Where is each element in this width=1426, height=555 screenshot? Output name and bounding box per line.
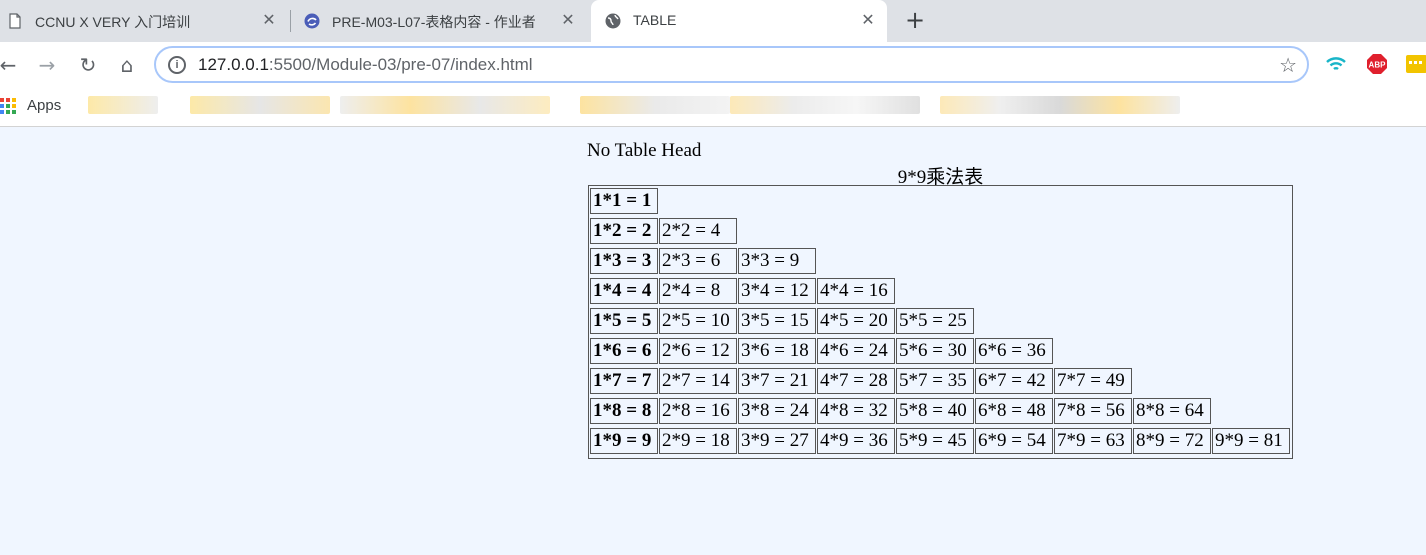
row-header-cell: 1*3 = 3: [590, 248, 658, 274]
apps-grid-icon[interactable]: [0, 98, 17, 115]
svg-text:ABP: ABP: [1369, 61, 1387, 70]
multiplication-table: 1*1 = 1 1*2 = 2 2*2 = 4 1*3 = 3 2*3 = 6 3*3 =…: [588, 185, 1293, 459]
table-cell: 7*9 = 63: [1054, 428, 1132, 454]
apps-bookmark[interactable]: Apps: [27, 97, 61, 114]
address-bar[interactable]: i 127.0.0.1:5500/Module-03/pre-07/index.…: [154, 46, 1309, 83]
row-header-cell: 1*8 = 8: [590, 398, 658, 424]
redacted-bookmark[interactable]: [730, 96, 920, 114]
globe-icon: [605, 13, 621, 29]
table-cell: 3*7 = 21: [738, 368, 816, 394]
table-cell: 4*8 = 32: [817, 398, 895, 424]
home-button[interactable]: ⌂: [115, 53, 139, 77]
close-icon[interactable]: ✕: [259, 10, 279, 30]
table-cell: 8*8 = 64: [1133, 398, 1211, 424]
tab-title: TABLE: [633, 12, 677, 28]
table-cell: 5*5 = 25: [896, 308, 974, 334]
browser-toolbar: ← → ↻ ⌂ i 127.0.0.1:5500/Module-03/pre-0…: [0, 42, 1426, 88]
table-cell: 3*4 = 12: [738, 278, 816, 304]
redacted-bookmark[interactable]: [580, 96, 730, 114]
redacted-bookmark[interactable]: [340, 96, 550, 114]
url-host: 127.0.0.1: [198, 55, 269, 74]
tab-separator: [290, 10, 291, 32]
table-cell: 2*2 = 4: [659, 218, 737, 244]
row-header-cell: 1*2 = 2: [590, 218, 658, 244]
table-cell: 2*7 = 14: [659, 368, 737, 394]
row-header-cell: 1*6 = 6: [590, 338, 658, 364]
table-cell: 3*6 = 18: [738, 338, 816, 364]
table-cell: 8*9 = 72: [1133, 428, 1211, 454]
table-cell: 3*3 = 9: [738, 248, 816, 274]
back-button[interactable]: ←: [0, 53, 20, 77]
adblock-extension-icon[interactable]: ABP: [1366, 53, 1388, 75]
document-icon: [9, 13, 21, 29]
site-logo-icon: [304, 13, 320, 29]
row-header-cell: 1*9 = 9: [590, 428, 658, 454]
table-cell: 2*3 = 6: [659, 248, 737, 274]
table-cell: 3*5 = 15: [738, 308, 816, 334]
tab-strip: CCNU X VERY 入门培训 ✕ PRE-M03-L07-表格内容 - 作业…: [0, 0, 1426, 42]
table-cell: 6*7 = 42: [975, 368, 1053, 394]
redacted-bookmark[interactable]: [88, 96, 158, 114]
table-cell: 9*9 = 81: [1212, 428, 1290, 454]
table-cell: 4*4 = 16: [817, 278, 895, 304]
table-cell: 7*7 = 49: [1054, 368, 1132, 394]
wifi-extension-icon[interactable]: [1325, 53, 1347, 75]
close-icon[interactable]: ✕: [558, 10, 578, 30]
table-cell: 5*9 = 45: [896, 428, 974, 454]
table-cell: 6*8 = 48: [975, 398, 1053, 424]
table-cell: 4*7 = 28: [817, 368, 895, 394]
row-header-cell: 1*7 = 7: [590, 368, 658, 394]
table-cell: 3*9 = 27: [738, 428, 816, 454]
table-cell: 2*5 = 10: [659, 308, 737, 334]
table-cell: 5*7 = 35: [896, 368, 974, 394]
tab-title: CCNU X VERY 入门培训: [35, 14, 191, 30]
tab-ccnu[interactable]: CCNU X VERY 入门培训 ✕: [7, 0, 283, 42]
table-cell: 5*8 = 40: [896, 398, 974, 424]
reload-button[interactable]: ↻: [76, 53, 100, 77]
tab-title: PRE-M03-L07-表格内容 - 作业者: [332, 14, 536, 30]
bookmark-star-icon[interactable]: ☆: [1279, 53, 1297, 77]
redacted-bookmark[interactable]: [190, 96, 330, 114]
redacted-bookmark[interactable]: [940, 96, 1180, 114]
row-header-cell: 1*4 = 4: [590, 278, 658, 304]
table-cell: 2*9 = 18: [659, 428, 737, 454]
table-cell: 4*5 = 20: [817, 308, 895, 334]
table-cell: 4*9 = 36: [817, 428, 895, 454]
note-extension-icon[interactable]: [1405, 53, 1426, 75]
table-cell: 3*8 = 24: [738, 398, 816, 424]
page-heading: No Table Head: [587, 140, 702, 161]
page-content: No Table Head 9*9乘法表 1*1 = 1 1*2 = 2 2*2 =…: [0, 128, 1426, 555]
table-cell: 4*6 = 24: [817, 338, 895, 364]
table-cell: 2*8 = 16: [659, 398, 737, 424]
table-cell: 5*6 = 30: [896, 338, 974, 364]
tab-pre-m03[interactable]: PRE-M03-L07-表格内容 - 作业者 ✕: [304, 0, 580, 42]
site-info-icon[interactable]: i: [168, 56, 186, 74]
table-cell: 2*6 = 12: [659, 338, 737, 364]
url-text[interactable]: 127.0.0.1:5500/Module-03/pre-07/index.ht…: [198, 55, 533, 75]
row-header-cell: 1*1 = 1: [590, 188, 658, 214]
forward-button[interactable]: →: [35, 53, 59, 77]
table-cell: 6*9 = 54: [975, 428, 1053, 454]
tab-table-active[interactable]: TABLE ✕: [591, 0, 887, 42]
bookmarks-bar: Apps: [0, 88, 1426, 127]
table-cell: 7*8 = 56: [1054, 398, 1132, 424]
table-cell: 6*6 = 36: [975, 338, 1053, 364]
table-cell: 2*4 = 8: [659, 278, 737, 304]
close-icon[interactable]: ✕: [858, 10, 878, 30]
row-header-cell: 1*5 = 5: [590, 308, 658, 334]
url-path: :5500/Module-03/pre-07/index.html: [268, 55, 533, 74]
new-tab-button[interactable]: +: [903, 8, 927, 33]
